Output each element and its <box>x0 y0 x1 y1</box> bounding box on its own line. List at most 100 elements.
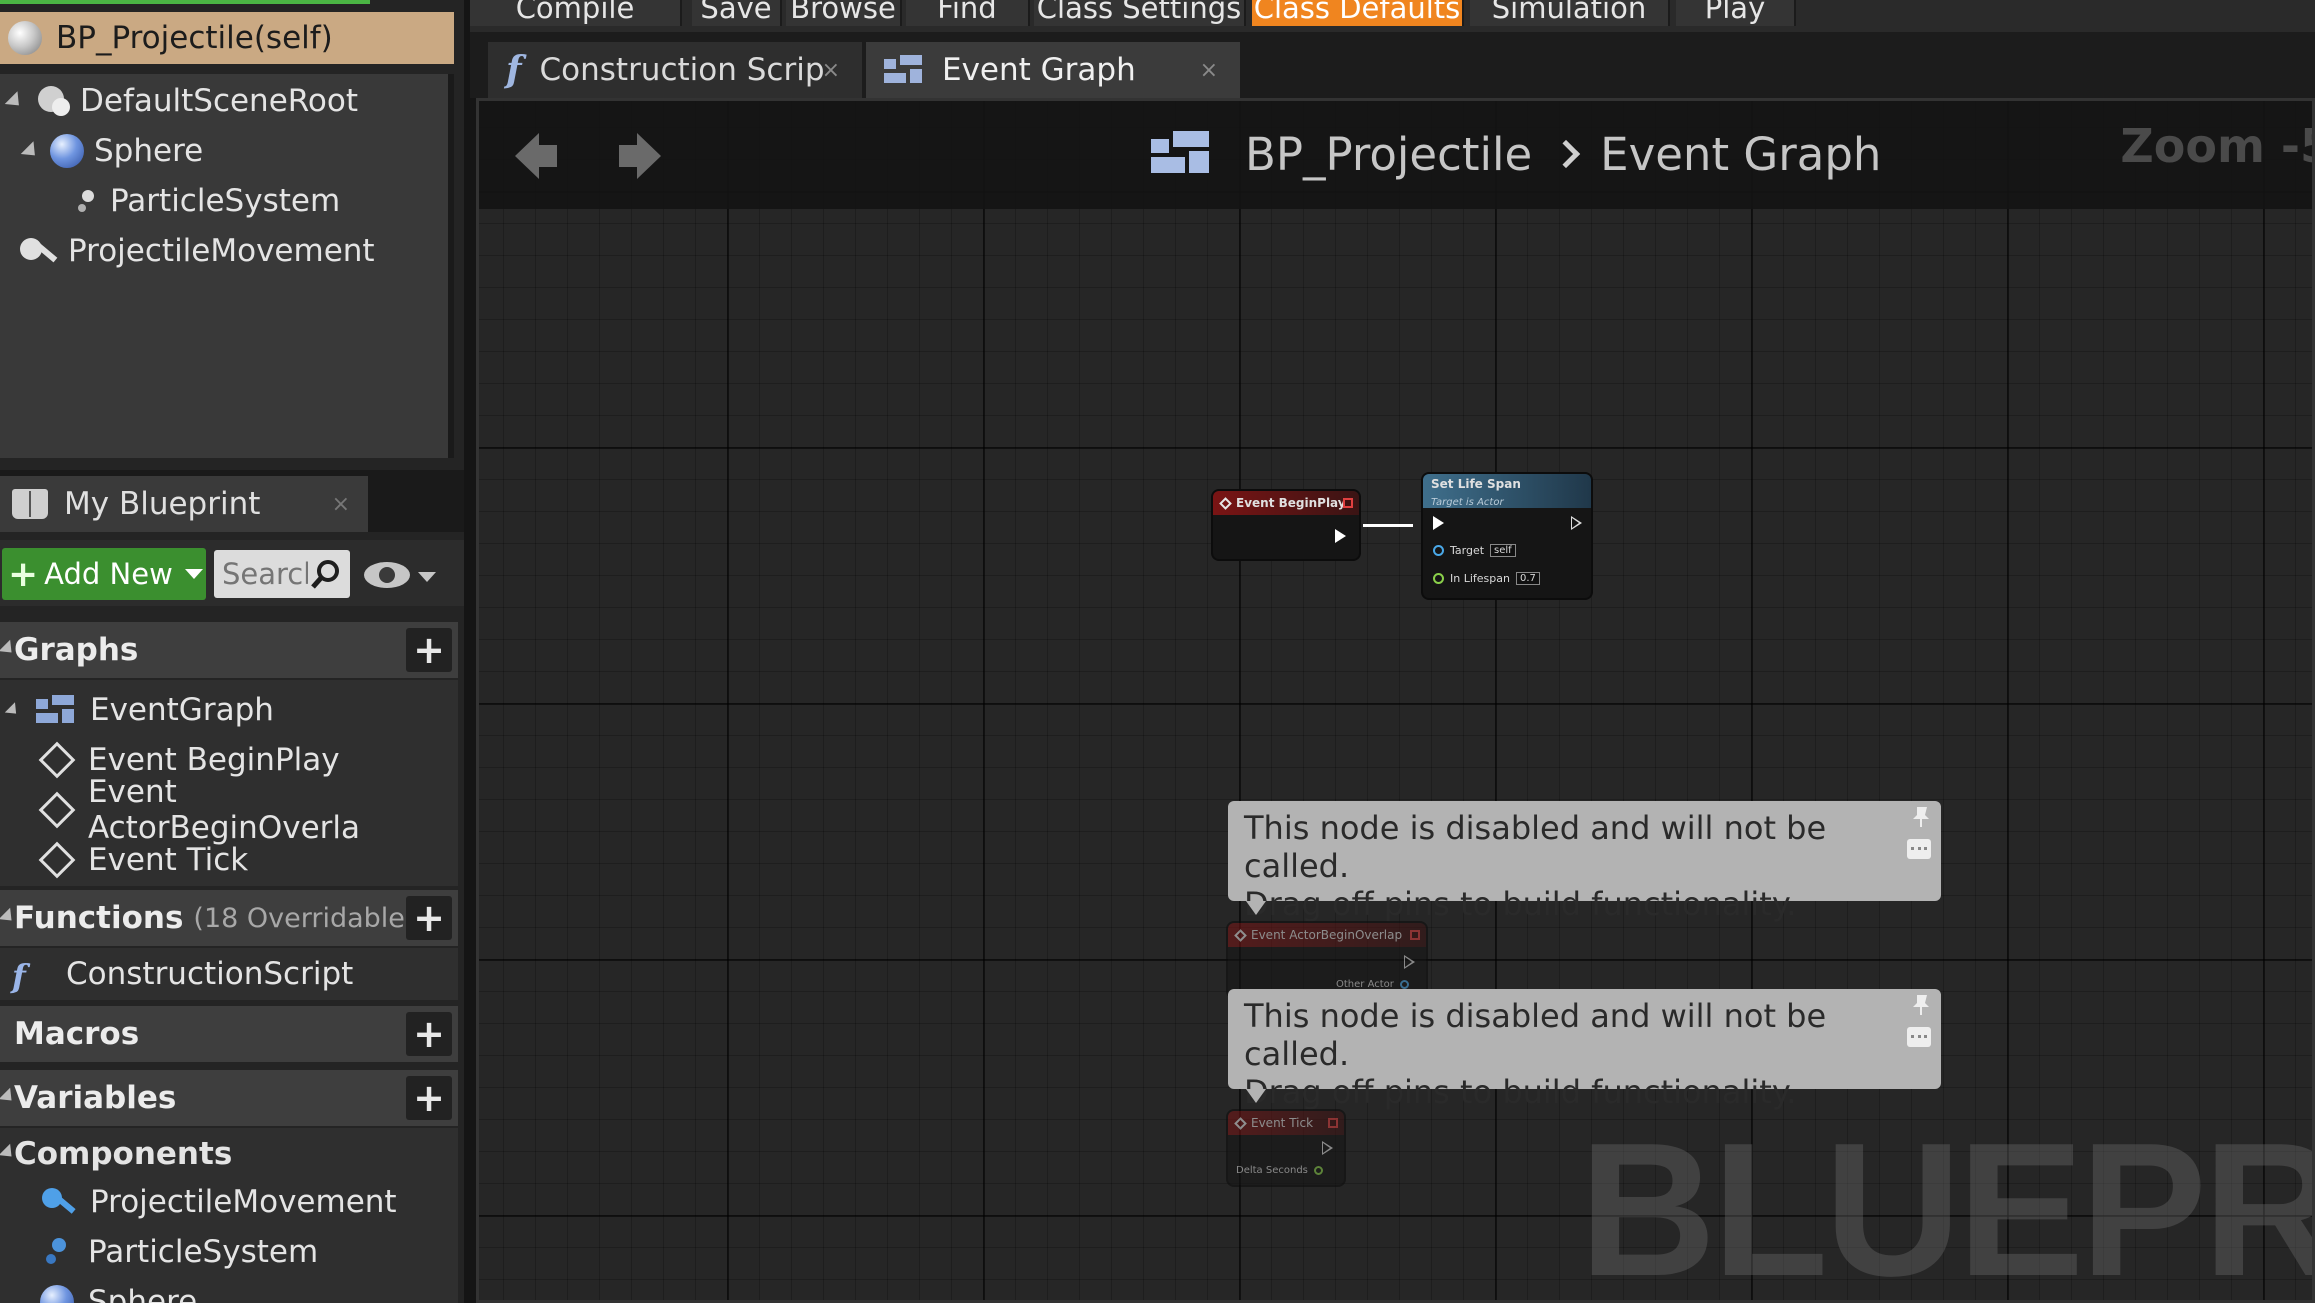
add-function-button[interactable]: + <box>406 896 452 940</box>
search-input[interactable] <box>222 556 308 592</box>
projectile-movement-icon <box>18 234 58 268</box>
breadcrumb-graph[interactable]: Event Graph <box>1600 128 1881 181</box>
section-title: Variables <box>14 1080 177 1116</box>
list-item-label: Event Tick <box>88 842 249 878</box>
add-graph-button[interactable]: + <box>406 628 452 672</box>
compile-button[interactable]: Compile <box>470 0 682 26</box>
comment-bubble-icon[interactable] <box>1907 839 1931 859</box>
node-event-actorbeginoverlap[interactable]: Event ActorBeginOverlap Other Actor <box>1228 923 1426 997</box>
pushpin-icon[interactable] <box>1911 995 1931 1015</box>
eye-icon[interactable] <box>364 562 410 588</box>
component-root-row[interactable]: BP_Projectile(self) <box>0 12 454 64</box>
exec-out-pin[interactable] <box>1322 1141 1333 1155</box>
close-icon[interactable]: × <box>1200 58 1218 83</box>
tab-label: Construction Scrip <box>539 52 825 88</box>
sphere-icon <box>40 1285 74 1303</box>
graphs-list: EventGraph Event BeginPlay Event ActorBe… <box>0 680 458 886</box>
scene-root-icon <box>34 86 70 116</box>
list-item-event-actorbeginoverlap[interactable]: Event ActorBeginOverla <box>38 774 458 846</box>
list-item-eventgraph[interactable]: EventGraph <box>4 686 274 734</box>
exec-out-pin[interactable] <box>1335 529 1346 543</box>
back-arrow-icon[interactable] <box>513 131 559 181</box>
list-item-constructionscript[interactable]: f ConstructionScript <box>12 950 353 998</box>
tree-item-label: ParticleSystem <box>110 183 341 219</box>
pushpin-icon[interactable] <box>1911 807 1931 827</box>
close-icon[interactable]: × <box>332 492 350 517</box>
list-item-label: Event BeginPlay <box>88 742 340 778</box>
section-functions-header[interactable]: Functions (18 Overridable) + <box>0 890 458 946</box>
chevron-right-icon <box>1552 139 1581 169</box>
compile-progress-strip <box>0 0 370 4</box>
breadcrumb-blueprint[interactable]: BP_Projectile <box>1245 128 1532 181</box>
my-blueprint-toolbar: + Add New <box>0 540 464 606</box>
event-diamond-icon <box>38 791 76 829</box>
category-components[interactable]: Components <box>0 1130 232 1178</box>
tree-item-defaultsceneroot[interactable]: DefaultSceneRoot <box>4 78 358 124</box>
delegate-pin-icon[interactable] <box>1410 930 1420 940</box>
pin-in-lifespan[interactable]: In Lifespan 0.7 <box>1433 572 1540 585</box>
browse-button[interactable]: Browse <box>786 0 902 26</box>
expand-triangle-icon[interactable] <box>20 140 42 162</box>
node-set-life-span[interactable]: Set Life Span Target is Actor Target sel… <box>1423 474 1591 598</box>
save-button[interactable]: Save <box>692 0 782 26</box>
tab-construction-script[interactable]: f Construction Scrip × <box>488 42 862 98</box>
delegate-pin-icon[interactable] <box>1328 1118 1338 1128</box>
breadcrumb: BP_Projectile Event Graph <box>1151 123 1881 185</box>
expand-triangle-icon[interactable] <box>4 701 22 719</box>
section-title: Graphs <box>14 632 139 668</box>
tab-label: My Blueprint <box>64 486 261 522</box>
chevron-down-icon <box>184 569 203 579</box>
projectile-movement-icon <box>40 1186 76 1218</box>
expand-triangle-icon[interactable] <box>4 90 26 112</box>
tree-item-projectilemovement[interactable]: ProjectileMovement <box>18 228 375 274</box>
pin-target[interactable]: Target self <box>1433 544 1516 557</box>
section-macros-header[interactable]: Macros + <box>0 1006 458 1062</box>
event-graph-canvas[interactable]: BP_Projectile Event Graph Zoom -5 Event … <box>476 98 2315 1303</box>
tree-item-particlesystem[interactable]: ParticleSystem <box>76 178 340 224</box>
search-field[interactable] <box>214 550 350 598</box>
pin-delta-seconds[interactable]: Delta Seconds <box>1236 1165 1323 1176</box>
exec-out-pin[interactable] <box>1571 516 1582 530</box>
node-title: Event ActorBeginOverlap <box>1251 928 1403 942</box>
comment-line: This node is disabled and will not be ca… <box>1244 809 1827 885</box>
node-event-beginplay[interactable]: Event BeginPlay <box>1213 491 1359 559</box>
components-tree: DefaultSceneRoot Sphere ParticleSystem P… <box>0 74 454 458</box>
add-variable-button[interactable]: + <box>406 1076 452 1120</box>
exec-wire <box>1363 524 1413 527</box>
list-item-label: Sphere <box>88 1284 198 1303</box>
delegate-pin-icon[interactable] <box>1343 498 1353 508</box>
class-defaults-button[interactable]: Class Defaults <box>1252 0 1464 26</box>
tree-item-label: Sphere <box>94 133 204 169</box>
exec-in-pin[interactable] <box>1433 516 1444 530</box>
pin-label: In Lifespan <box>1450 572 1510 585</box>
particle-system-icon <box>76 186 100 216</box>
node-header: Event Tick <box>1228 1111 1344 1135</box>
forward-arrow-icon[interactable] <box>617 131 663 181</box>
find-button[interactable]: Find <box>906 0 1030 26</box>
chevron-down-icon[interactable] <box>418 572 436 582</box>
node-title: Event BeginPlay <box>1236 496 1346 510</box>
plus-icon: + <box>8 553 39 595</box>
add-macro-button[interactable]: + <box>406 1012 452 1056</box>
simulation-button[interactable]: Simulation <box>1470 0 1670 26</box>
add-new-button[interactable]: + Add New <box>2 548 206 600</box>
tree-item-sphere[interactable]: Sphere <box>20 128 204 174</box>
node-header: Set Life Span Target is Actor <box>1423 474 1591 508</box>
list-item-var-particlesystem[interactable]: ParticleSystem <box>44 1228 318 1276</box>
comment-bubble-icon[interactable] <box>1907 1027 1931 1047</box>
exec-out-pin[interactable] <box>1404 955 1415 969</box>
list-item-var-projectilemovement[interactable]: ProjectileMovement <box>40 1178 397 1226</box>
pin-value[interactable]: 0.7 <box>1515 572 1540 585</box>
close-icon[interactable]: × <box>822 58 840 83</box>
section-graphs-header[interactable]: Graphs + <box>0 622 458 678</box>
tab-event-graph[interactable]: Event Graph × <box>866 42 1240 98</box>
list-item-var-sphere[interactable]: Sphere <box>40 1278 197 1303</box>
play-button[interactable]: Play <box>1676 0 1796 26</box>
section-variables-header[interactable]: Variables + <box>0 1070 458 1126</box>
search-icon[interactable] <box>310 558 342 590</box>
list-item-event-tick[interactable]: Event Tick <box>38 836 249 884</box>
pin-value[interactable]: self <box>1490 544 1516 557</box>
node-event-tick[interactable]: Event Tick Delta Seconds <box>1228 1111 1344 1185</box>
class-settings-button[interactable]: Class Settings <box>1034 0 1246 26</box>
tab-my-blueprint[interactable]: My Blueprint × <box>0 476 368 532</box>
